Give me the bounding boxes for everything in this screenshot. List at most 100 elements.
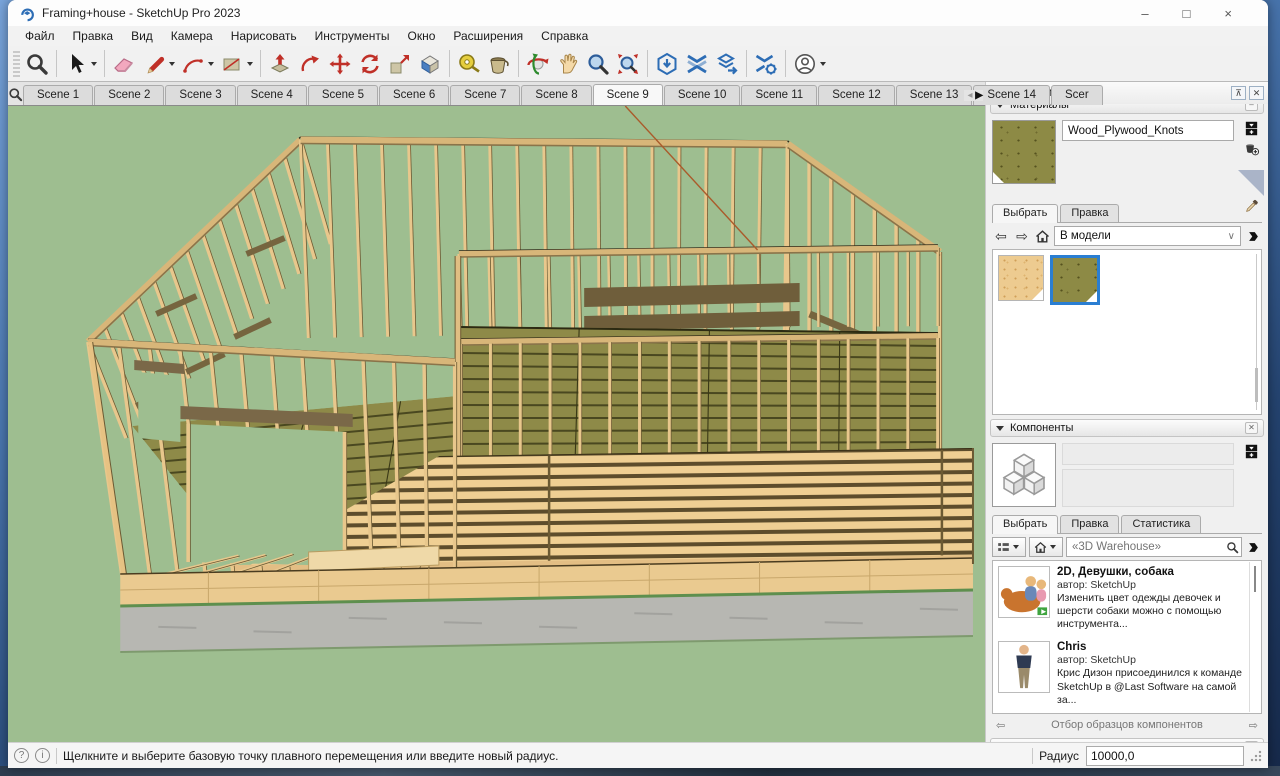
- model-viewport[interactable]: [8, 106, 985, 742]
- scene-tab-14[interactable]: Scene 14: [973, 85, 1050, 105]
- materials-forward-button[interactable]: ⇨: [1013, 228, 1031, 245]
- secondary-pane-icon[interactable]: [1243, 443, 1260, 460]
- extension-warehouse-button[interactable]: [751, 49, 781, 79]
- sample-paint-swatch[interactable]: [1238, 170, 1264, 196]
- scene-tab-3[interactable]: Scene 3: [165, 85, 235, 105]
- scene-tab-overflow[interactable]: Scer: [1051, 85, 1103, 105]
- minimize-button[interactable]: –: [1141, 7, 1148, 20]
- line-dropdown-caret[interactable]: [169, 62, 175, 66]
- rotate-tool-button[interactable]: [355, 49, 385, 79]
- share-component-button[interactable]: [712, 49, 742, 79]
- resize-grip[interactable]: [1250, 750, 1262, 762]
- close-button[interactable]: ×: [1224, 7, 1232, 20]
- materials-details-button[interactable]: [1244, 227, 1262, 245]
- components-tab-edit[interactable]: Правка: [1060, 515, 1119, 533]
- select-dropdown-caret[interactable]: [91, 62, 97, 66]
- arc-dropdown-caret[interactable]: [208, 62, 214, 66]
- vcb-input[interactable]: [1086, 746, 1244, 766]
- rectangle-tool-button[interactable]: [217, 49, 247, 79]
- pushpull-tool-button[interactable]: [265, 49, 295, 79]
- material-swatch-plywood[interactable]: [998, 255, 1044, 301]
- scene-tab-1[interactable]: Scene 1: [23, 85, 93, 105]
- zoom-extents-button[interactable]: [613, 49, 643, 79]
- materials-scrollbar[interactable]: [1256, 254, 1259, 410]
- scene-tab-6[interactable]: Scene 6: [379, 85, 449, 105]
- scene-tab-8[interactable]: Scene 8: [521, 85, 591, 105]
- menu-edit[interactable]: Правка: [64, 27, 123, 45]
- orbit-tool-button[interactable]: [523, 49, 553, 79]
- components-search-input[interactable]: [1072, 541, 1226, 553]
- tray-close-button[interactable]: ✕: [1249, 86, 1264, 100]
- select-tool-button[interactable]: [61, 49, 91, 79]
- rectangle-dropdown-caret[interactable]: [247, 62, 253, 66]
- paint-bucket-button[interactable]: [484, 49, 514, 79]
- scene-tab-4[interactable]: Scene 4: [237, 85, 307, 105]
- offset-tool-button[interactable]: [415, 49, 445, 79]
- material-preview[interactable]: [992, 120, 1056, 184]
- view-options-button[interactable]: [992, 537, 1026, 557]
- materials-collapse-button[interactable]: –: [1245, 104, 1258, 111]
- menu-extensions[interactable]: Расширения: [444, 27, 532, 45]
- create-material-icon[interactable]: [1243, 140, 1260, 157]
- search-scenes-button[interactable]: [8, 83, 23, 105]
- maximize-button[interactable]: □: [1183, 7, 1191, 20]
- account-dropdown-caret[interactable]: [820, 62, 826, 66]
- secondary-pane-icon[interactable]: [1243, 120, 1260, 137]
- search-icon[interactable]: [1226, 541, 1239, 554]
- toolbar-drag-handle[interactable]: [13, 51, 20, 77]
- followme-tool-button[interactable]: [295, 49, 325, 79]
- menu-draw[interactable]: Нарисовать: [222, 27, 306, 45]
- arc-tool-button[interactable]: [178, 49, 208, 79]
- component-list-item[interactable]: Chris автор: SketchUp Крис Дизон присоед…: [993, 636, 1261, 711]
- move-tool-button[interactable]: [325, 49, 355, 79]
- component-list-item[interactable]: 2D, Девушки, собака автор: SketchUp Изме…: [993, 561, 1261, 636]
- menu-window[interactable]: Окно: [398, 27, 444, 45]
- menu-tools[interactable]: Инструменты: [306, 27, 399, 45]
- zoom-window-button[interactable]: [583, 49, 613, 79]
- menu-file[interactable]: Файл: [16, 27, 64, 45]
- scene-tab-5[interactable]: Scene 5: [308, 85, 378, 105]
- viewport-canvas[interactable]: [8, 106, 985, 742]
- materials-tab-edit[interactable]: Правка: [1060, 204, 1119, 222]
- scene-tab-10[interactable]: Scene 10: [664, 85, 741, 105]
- account-button[interactable]: [790, 49, 820, 79]
- component-preview[interactable]: [992, 443, 1056, 507]
- menu-camera[interactable]: Камера: [162, 27, 222, 45]
- menu-view[interactable]: Вид: [122, 27, 162, 45]
- materials-home-button[interactable]: [1034, 228, 1051, 245]
- scale-tool-button[interactable]: [385, 49, 415, 79]
- footer-forward-arrow[interactable]: ⇨: [1249, 719, 1258, 732]
- components-close-button[interactable]: ✕: [1245, 422, 1258, 434]
- components-home-button[interactable]: [1029, 537, 1063, 557]
- line-tool-button[interactable]: [139, 49, 169, 79]
- scene-tab-2[interactable]: Scene 2: [94, 85, 164, 105]
- eraser-tool-button[interactable]: [109, 49, 139, 79]
- material-name-input[interactable]: [1062, 120, 1234, 141]
- scene-tabs-scroll-arrows[interactable]: ◂ ▶: [964, 90, 983, 101]
- scene-tab-13[interactable]: Scene 13: [896, 85, 973, 105]
- geolocation-icon[interactable]: ?: [14, 748, 29, 763]
- menu-help[interactable]: Справка: [532, 27, 597, 45]
- scene-tab-12[interactable]: Scene 12: [818, 85, 895, 105]
- components-tab-stats[interactable]: Статистика: [1121, 515, 1201, 533]
- components-list-scrollbar[interactable]: [1249, 562, 1260, 712]
- components-header[interactable]: Компоненты ✕: [990, 419, 1264, 437]
- materials-collection-dropdown[interactable]: В модели ∨: [1054, 226, 1241, 246]
- get-models-button[interactable]: [652, 49, 682, 79]
- scene-tab-9-active[interactable]: Scene 9: [593, 84, 663, 105]
- scene-tab-11[interactable]: Scene 11: [741, 85, 817, 105]
- components-search-box[interactable]: [1066, 537, 1242, 557]
- info-icon[interactable]: i: [35, 748, 50, 763]
- components-tab-select[interactable]: Выбрать: [992, 515, 1058, 534]
- materials-back-button[interactable]: ⇦: [992, 228, 1010, 245]
- eyedropper-button[interactable]: [1244, 198, 1260, 219]
- pan-tool-button[interactable]: [553, 49, 583, 79]
- share-model-button[interactable]: [682, 49, 712, 79]
- material-swatch-plywood-knots-selected[interactable]: [1050, 255, 1100, 305]
- components-details-button[interactable]: [1245, 538, 1262, 556]
- materials-tab-select[interactable]: Выбрать: [992, 204, 1058, 223]
- tray-pin-button[interactable]: ⊼: [1231, 86, 1246, 100]
- footer-back-arrow[interactable]: ⇦: [996, 719, 1005, 732]
- zoom-tool-button[interactable]: [22, 49, 52, 79]
- tape-measure-button[interactable]: [454, 49, 484, 79]
